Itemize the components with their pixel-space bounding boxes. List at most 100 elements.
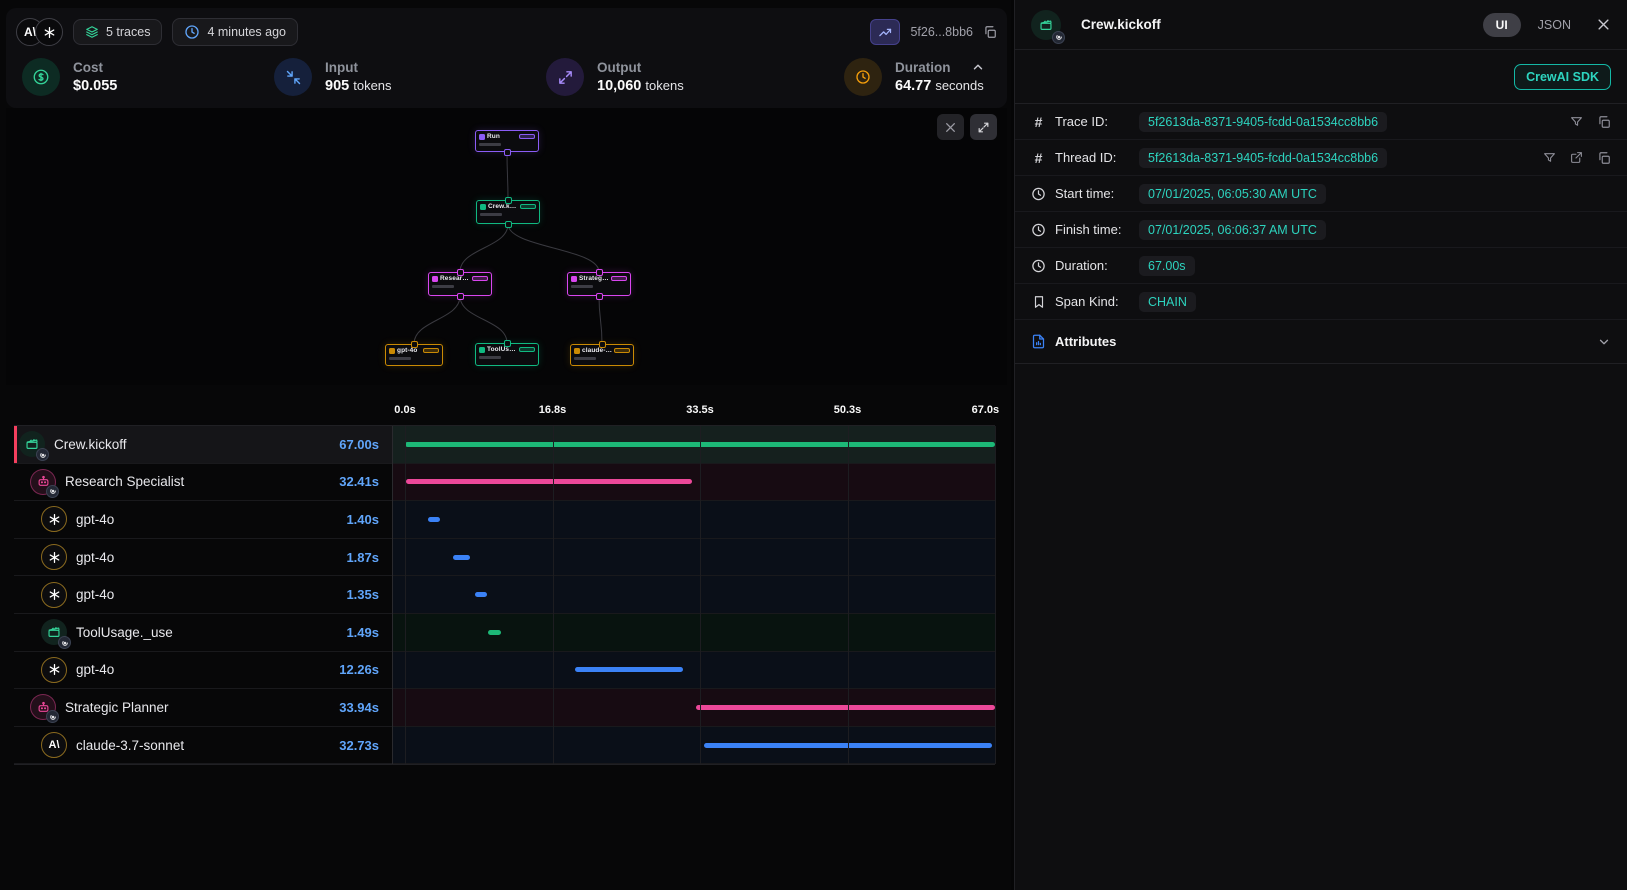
column-divider xyxy=(392,426,393,764)
node-label: Strategic Planner xyxy=(579,275,609,282)
agentops-badge-icon xyxy=(46,710,59,723)
duration-bar[interactable] xyxy=(575,667,683,672)
node-label: Research Specialist xyxy=(440,275,470,282)
span-duration: 67.00s xyxy=(339,437,379,452)
node-connector xyxy=(505,221,512,228)
tool-icon xyxy=(41,619,67,645)
grid-line xyxy=(700,426,701,764)
duration-bar[interactable] xyxy=(475,592,487,597)
waterfall: 0.0s16.8s33.5s50.3s67.0s Crew.kickoff 67… xyxy=(14,390,995,764)
external-link-icon[interactable] xyxy=(1570,151,1583,165)
traces-badge[interactable]: 5 traces xyxy=(73,19,162,45)
tab-json[interactable]: JSON xyxy=(1538,18,1571,32)
field-value: CHAIN xyxy=(1139,292,1196,312)
agentops-badge-icon xyxy=(58,636,71,649)
span-name: gpt-4o xyxy=(76,512,114,527)
trace-id-short: 5f26...8bb6 xyxy=(910,25,973,39)
trace-graph[interactable]: Run Crew.kickoff Research Specialist Str… xyxy=(6,108,1007,385)
node-subtext xyxy=(571,285,593,288)
agent-icon xyxy=(30,694,56,720)
span-duration: 1.87s xyxy=(346,550,379,565)
time-badge-label: 4 minutes ago xyxy=(207,25,286,39)
node-label: ToolUsage._use xyxy=(487,346,517,353)
clock-icon xyxy=(1031,186,1046,202)
grid-line xyxy=(848,426,849,764)
crew-icon xyxy=(1031,10,1061,40)
graph-close-button[interactable] xyxy=(937,114,964,140)
field-row: Duration: 67.00s xyxy=(1015,248,1627,284)
field-row: # Trace ID: 5f2613da-8371-9405-fcdd-0a15… xyxy=(1015,104,1627,140)
axis-tick: 50.3s xyxy=(834,404,862,416)
node-type-icon xyxy=(479,347,485,353)
span-detail-panel: Crew.kickoff UI JSON CrewAI SDK # Trace … xyxy=(1014,0,1627,890)
copy-icon[interactable] xyxy=(1597,115,1611,129)
field-value: 67.00s xyxy=(1139,256,1195,276)
node-label: Crew.kickoff xyxy=(488,203,518,210)
copy-icon[interactable] xyxy=(1597,151,1611,165)
span-name: claude-3.7-sonnet xyxy=(76,738,184,753)
sdk-row: CrewAI SDK xyxy=(1015,50,1627,103)
trending-icon xyxy=(878,25,893,40)
node-connector xyxy=(505,197,512,204)
axis-tick: 0.0s xyxy=(394,404,415,416)
hash-icon: # xyxy=(1031,114,1046,130)
metric-value: $0.055 xyxy=(73,78,117,94)
grid-line xyxy=(553,426,554,764)
duration-bar[interactable] xyxy=(428,517,440,522)
metric-label: Output xyxy=(597,60,684,75)
trace-header: A\ 5 traces 4 minutes ago 5f26...8bb6 xyxy=(6,8,1007,108)
node-connector xyxy=(599,341,606,348)
grid-line xyxy=(995,426,996,764)
traces-badge-label: 5 traces xyxy=(106,25,150,39)
arrows-in-icon xyxy=(274,58,312,96)
field-label: Duration: xyxy=(1055,258,1139,273)
metric-output: Output 10,060 tokens xyxy=(546,58,684,96)
app-root: A\ 5 traces 4 minutes ago 5f26...8bb6 xyxy=(0,0,1627,890)
node-label: gpt-4o xyxy=(397,347,417,354)
metric-duration: Duration 64.77 seconds xyxy=(844,58,984,96)
copy-trace-id-icon[interactable] xyxy=(983,25,997,39)
tab-ui[interactable]: UI xyxy=(1483,13,1521,37)
attributes-section[interactable]: Attributes xyxy=(1015,320,1627,364)
duration-bar[interactable] xyxy=(406,479,691,484)
time-badge: 4 minutes ago xyxy=(172,18,298,46)
metric-label: Input xyxy=(325,60,392,75)
metric-label: Cost xyxy=(73,60,117,75)
duration-bar[interactable] xyxy=(453,555,469,560)
span-title: Crew.kickoff xyxy=(1081,17,1472,32)
duration-bar[interactable] xyxy=(696,705,995,710)
node-label: claude-3.7-sonnet xyxy=(582,347,612,354)
span-duration: 1.49s xyxy=(346,625,379,640)
span-duration: 1.40s xyxy=(346,512,379,527)
node-type-icon xyxy=(571,276,577,282)
axis-tick: 67.0s xyxy=(972,404,1000,416)
node-connector xyxy=(411,341,418,348)
sdk-badge: CrewAI SDK xyxy=(1514,64,1611,90)
span-duration: 32.41s xyxy=(339,474,379,489)
clock-icon xyxy=(844,58,882,96)
chevron-up-icon[interactable] xyxy=(971,60,985,74)
span-name: gpt-4o xyxy=(76,587,114,602)
openai-icon xyxy=(35,18,63,46)
node-badge xyxy=(520,204,536,209)
dollar-icon xyxy=(22,58,60,96)
metric-value: 905 xyxy=(325,78,349,94)
span-duration: 33.94s xyxy=(339,700,379,715)
span-name: Strategic Planner xyxy=(65,700,169,715)
node-badge xyxy=(519,134,535,139)
openai-icon xyxy=(41,657,67,683)
clock-icon xyxy=(184,24,200,40)
node-label: Run xyxy=(487,133,500,140)
field-row: Start time: 07/01/2025, 06:05:30 AM UTC xyxy=(1015,176,1627,212)
field-label: Thread ID: xyxy=(1055,150,1139,165)
field-label: Span Kind: xyxy=(1055,294,1139,309)
grid-line xyxy=(405,426,406,764)
filter-icon[interactable] xyxy=(1543,151,1556,165)
node-subtext xyxy=(479,356,501,359)
filter-icon[interactable] xyxy=(1570,115,1583,129)
close-icon[interactable] xyxy=(1596,17,1611,32)
field-value: 07/01/2025, 06:06:37 AM UTC xyxy=(1139,220,1326,240)
trace-metrics-button[interactable] xyxy=(870,19,900,45)
duration-bar[interactable] xyxy=(488,630,501,635)
graph-expand-button[interactable] xyxy=(970,114,997,140)
